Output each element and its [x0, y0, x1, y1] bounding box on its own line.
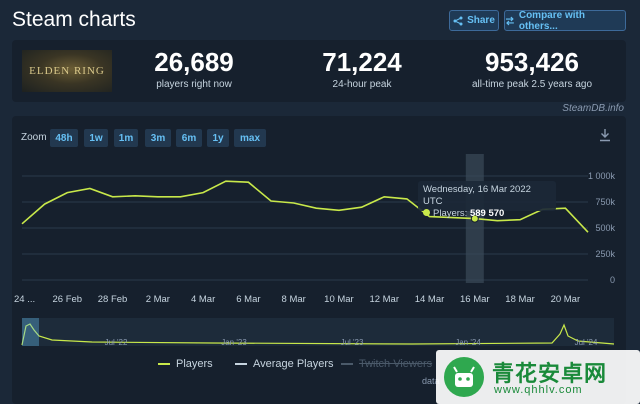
y-tick-label: 250k: [595, 249, 615, 259]
share-label: Share: [467, 15, 495, 26]
x-tick-label: 10 Mar: [324, 294, 354, 305]
watermark-url: www.qhhlv.com: [494, 384, 583, 396]
compare-label: Compare with others...: [518, 9, 585, 32]
x-tick-label: 4 Mar: [191, 294, 215, 305]
x-tick-label: 8 Mar: [282, 294, 306, 305]
navigator-selection: [22, 318, 39, 346]
legend-item-players[interactable]: Players: [158, 358, 213, 370]
legend-label-twitch-viewers: Twitch Viewers: [359, 358, 433, 370]
stat-24h-peak: 71,224 24-hour peak: [287, 48, 437, 90]
x-tick-label: 16 Mar: [460, 294, 490, 305]
y-tick-label: 1 000k: [588, 171, 616, 181]
tooltip-row: Players: 589 570: [423, 208, 551, 220]
stat-current: 26,689 players right now: [119, 48, 269, 90]
tooltip-date: Wednesday, 16 Mar 2022 UTC: [423, 184, 531, 207]
tooltip-series-dot: [423, 209, 430, 216]
page-title: Steam charts: [12, 8, 136, 31]
x-tick-label: 6 Mar: [236, 294, 260, 305]
y-tick-label: 500k: [595, 223, 615, 233]
navigator-tick-label: Jul '24: [575, 338, 598, 347]
watermark-logo-icon: [444, 357, 484, 397]
navigator-tick-label: Jan '24: [455, 338, 481, 347]
navigator-tick-label: Jul '23: [341, 338, 364, 347]
watermark-banner: 青花安卓网 www.qhhlv.com: [436, 350, 640, 404]
x-tick-label: 20 Mar: [551, 294, 581, 305]
share-icon: [453, 16, 463, 25]
legend-swatch-average-players: [235, 363, 247, 365]
game-logo-text: ELDEN RING: [29, 65, 105, 77]
stat-current-label: players right now: [156, 79, 232, 90]
navigator-tick-label: Jan '23: [221, 338, 247, 347]
legend-label-players: Players: [176, 358, 213, 370]
tooltip-series-label: Players:: [433, 208, 468, 219]
x-tick-label: 2 Mar: [146, 294, 170, 305]
x-tick-label: 28 Feb: [98, 294, 128, 305]
x-tick-label: 24 ...: [14, 294, 35, 305]
legend-item-average-players[interactable]: Average Players: [235, 358, 334, 370]
compare-icon: [505, 16, 514, 25]
stat-24h-peak-value: 71,224: [322, 47, 402, 77]
chart-tooltip: Wednesday, 16 Mar 2022 UTC Players: 589 …: [418, 181, 556, 219]
stat-24h-peak-label: 24-hour peak: [332, 79, 392, 90]
stat-all-time-peak: 953,426 all-time peak 2.5 years ago: [452, 48, 612, 90]
legend-swatch-players: [158, 363, 170, 365]
x-tick-label: 18 Mar: [505, 294, 535, 305]
navigator-tick-label: Jul '22: [105, 338, 128, 347]
compare-button[interactable]: Compare with others...: [504, 9, 626, 32]
tooltip-value: 589 570: [469, 208, 505, 219]
share-button[interactable]: Share: [449, 10, 499, 31]
stat-all-time-peak-label: all-time peak 2.5 years ago: [471, 79, 593, 90]
stat-all-time-peak-value: 953,426: [485, 47, 579, 77]
legend-swatch-twitch-viewers: [341, 363, 353, 365]
stat-current-value: 26,689: [154, 47, 234, 77]
stats-panel: ELDEN RING 26,689 players right now 71,2…: [12, 40, 626, 102]
legend-item-twitch-viewers[interactable]: Twitch Viewers: [341, 358, 432, 370]
steamdb-brand[interactable]: SteamDB.info: [562, 103, 624, 114]
y-tick-label: 0: [610, 275, 615, 285]
game-logo[interactable]: ELDEN RING: [22, 50, 112, 92]
x-tick-label: 14 Mar: [415, 294, 445, 305]
x-tick-label: 12 Mar: [369, 294, 399, 305]
x-tick-label: 26 Feb: [52, 294, 82, 305]
legend-label-average-players: Average Players: [253, 358, 334, 370]
y-tick-label: 750k: [595, 197, 615, 207]
